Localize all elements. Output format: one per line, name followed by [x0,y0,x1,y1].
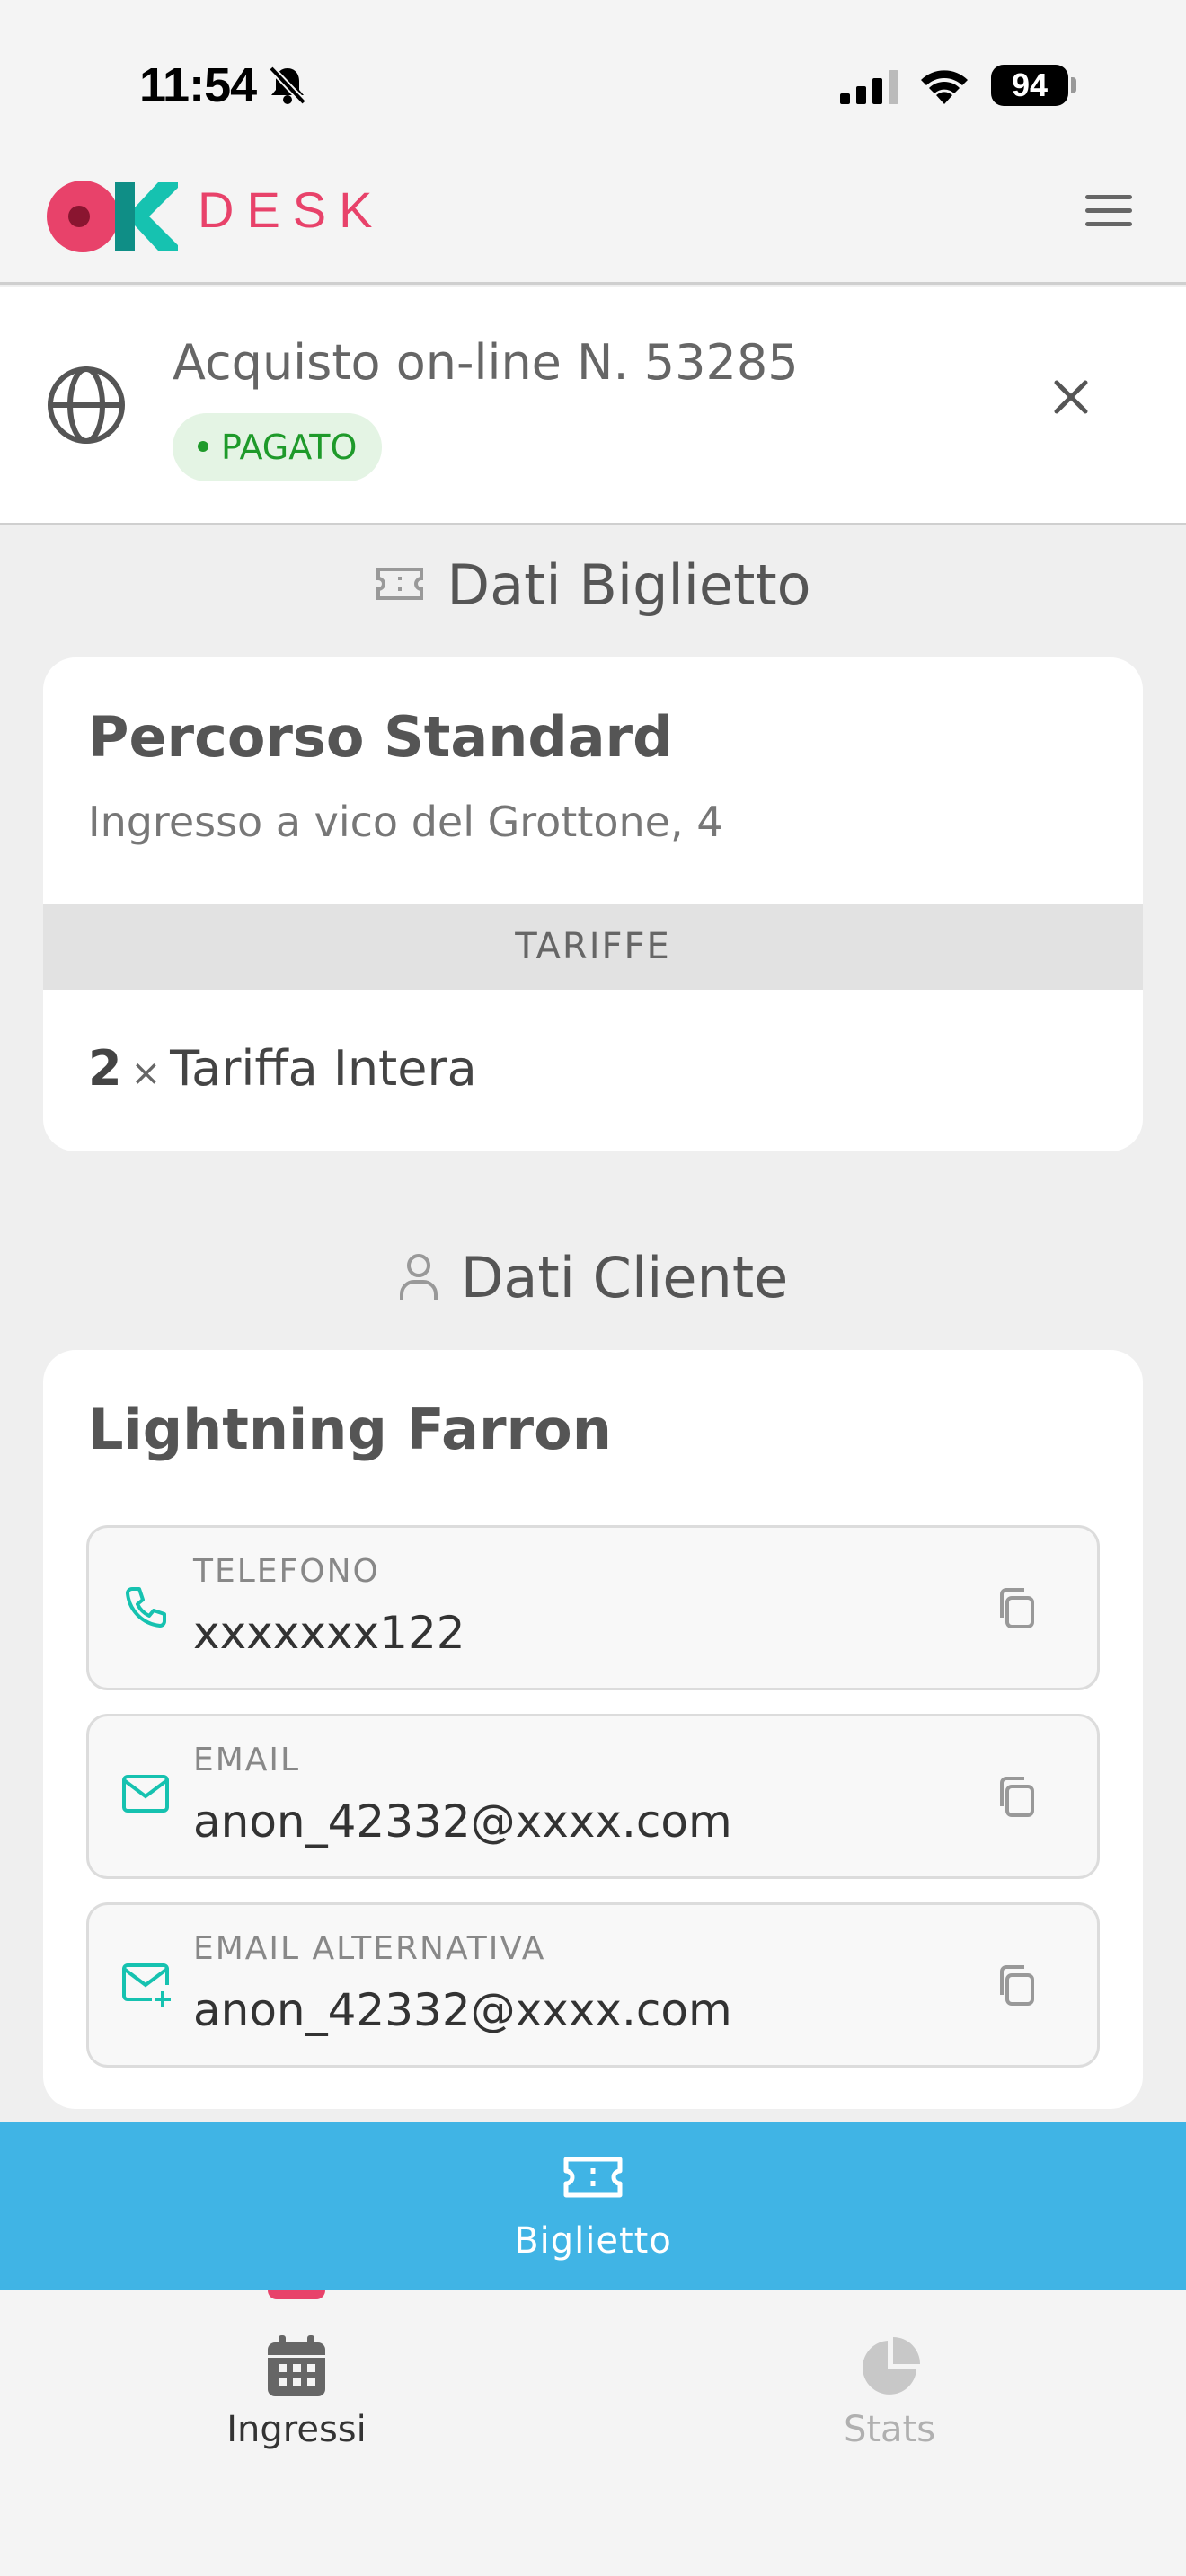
alt-email-field[interactable]: EMAIL ALTERNATIVA anon_42332@xxxx.com [86,1902,1100,2068]
app-header: DESK [0,157,1186,285]
phone-icon [126,1587,166,1628]
ticket-action-button[interactable]: Biglietto [0,2122,1186,2290]
menu-line [1085,222,1132,226]
tab-stats-label: Stats [843,2409,936,2450]
ticket-icon [376,567,424,600]
mail-icon [122,1775,169,1813]
copy-icon[interactable] [995,1963,1038,2009]
route-name: Percorso Standard [88,704,673,770]
ticket-section-heading: Dati Biglietto [0,552,1186,618]
phone-field[interactable]: TELEFONO xxxxxxx122 [86,1525,1100,1690]
menu-line [1085,195,1132,199]
battery-indicator: 94 [991,65,1068,106]
hamburger-menu-button[interactable] [1082,188,1136,242]
tab-ingressi[interactable]: Ingressi [0,2290,593,2576]
order-header: Acquisto on-line N. 53285 PAGATO [0,287,1186,525]
customer-name: Lightning Farron [88,1397,612,1462]
tariff-qty: 2 [88,1040,122,1097]
app-name: DESK [198,181,385,238]
customer-card: Lightning Farron TELEFONO xxxxxxx122 EMA… [43,1350,1143,2109]
phone-value: xxxxxxx122 [193,1607,465,1659]
close-icon[interactable] [1051,377,1091,417]
copy-icon[interactable] [995,1585,1038,1632]
tariff-name: Tariffa Intera [170,1040,477,1097]
tab-stats[interactable]: Stats [593,2290,1186,2576]
order-title: Acquisto on-line N. 53285 [173,334,799,391]
tariff-line: 2 × Tariffa Intera [88,1040,477,1097]
route-entrance: Ingresso a vico del Grottone, 4 [88,798,723,846]
status-bar: 11:54 94 [0,0,1186,157]
tariff-times: × [130,1053,162,1094]
email-label: EMAIL [193,1742,301,1778]
ticket-card: Percorso Standard Ingresso a vico del Gr… [43,657,1143,1151]
mail-plus-icon [122,1963,171,2007]
active-tab-indicator [268,2290,325,2299]
status-time: 11:54 [139,58,257,112]
copy-icon[interactable] [995,1774,1038,1821]
cellular-signal-icon [840,70,898,104]
pie-chart-icon [863,2337,920,2395]
bell-muted-icon [269,66,306,105]
menu-line [1085,208,1132,213]
battery-tip [1071,77,1076,93]
ticket-action-label: Biglietto [514,2220,672,2262]
bottom-tab-bar: Ingressi Stats [0,2290,1186,2576]
ok-logo-icon [47,181,178,252]
status-badge-label: PAGATO [221,428,358,467]
alt-email-label: EMAIL ALTERNATIVA [193,1930,546,1967]
customer-section-label: Dati Cliente [460,1245,789,1310]
status-dot [198,440,208,452]
tariffs-header: TARIFFE [43,904,1143,990]
tab-ingressi-label: Ingressi [226,2409,367,2450]
globe-icon [48,366,125,444]
email-field[interactable]: EMAIL anon_42332@xxxx.com [86,1714,1100,1879]
phone-label: TELEFONO [193,1553,380,1590]
status-badge: PAGATO [173,413,383,481]
wifi-icon [921,70,968,104]
ticket-section-label: Dati Biglietto [447,552,811,618]
ticket-icon [563,2157,623,2198]
user-icon [399,1253,438,1300]
customer-section-heading: Dati Cliente [0,1245,1186,1310]
email-value: anon_42332@xxxx.com [193,1795,732,1848]
calendar-icon [268,2335,325,2396]
alt-email-value: anon_42332@xxxx.com [193,1984,732,2036]
